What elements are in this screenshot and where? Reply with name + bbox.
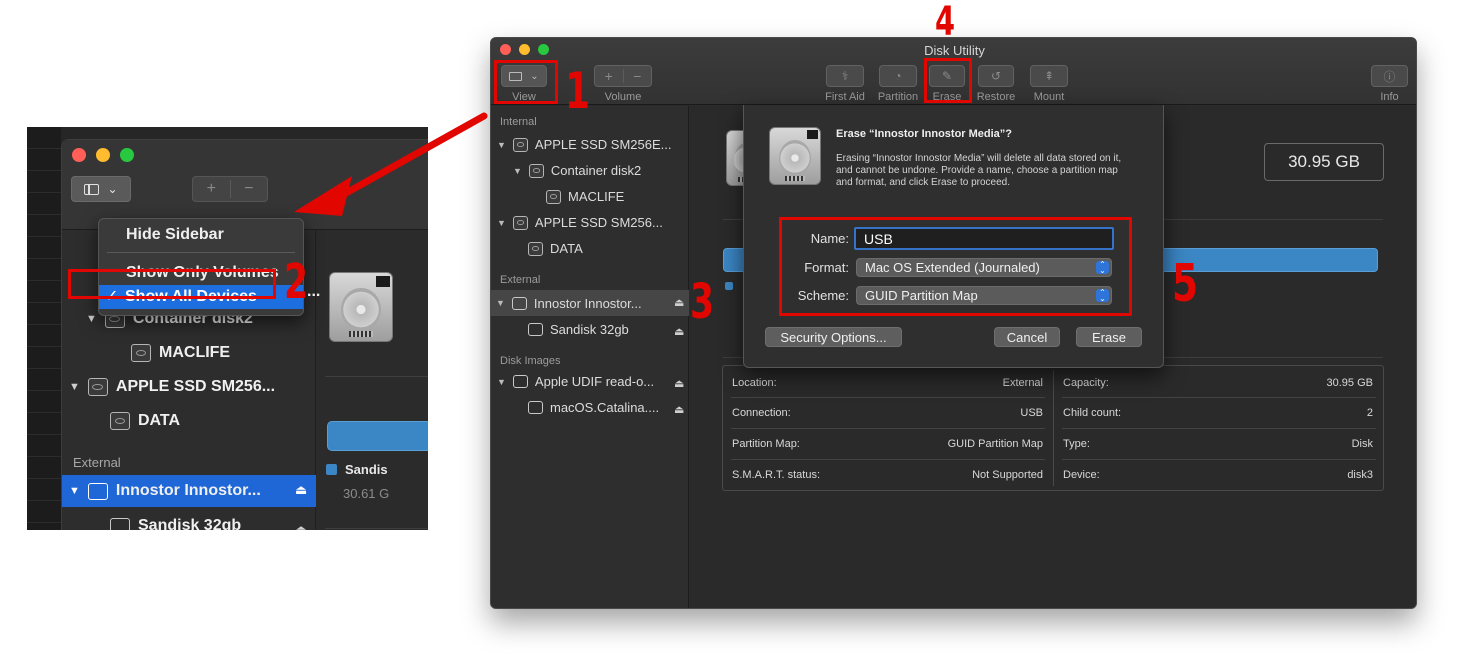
step-number-4: 4 xyxy=(935,0,956,45)
step-number-2: 2 xyxy=(284,254,309,310)
step-number-5: 5 xyxy=(1172,254,1199,314)
arrow-head-icon xyxy=(294,176,352,216)
step-number-1: 1 xyxy=(565,62,591,120)
arrow-shaft xyxy=(326,112,488,206)
step-number-3: 3 xyxy=(690,274,715,330)
annotation-arrow xyxy=(294,112,488,216)
